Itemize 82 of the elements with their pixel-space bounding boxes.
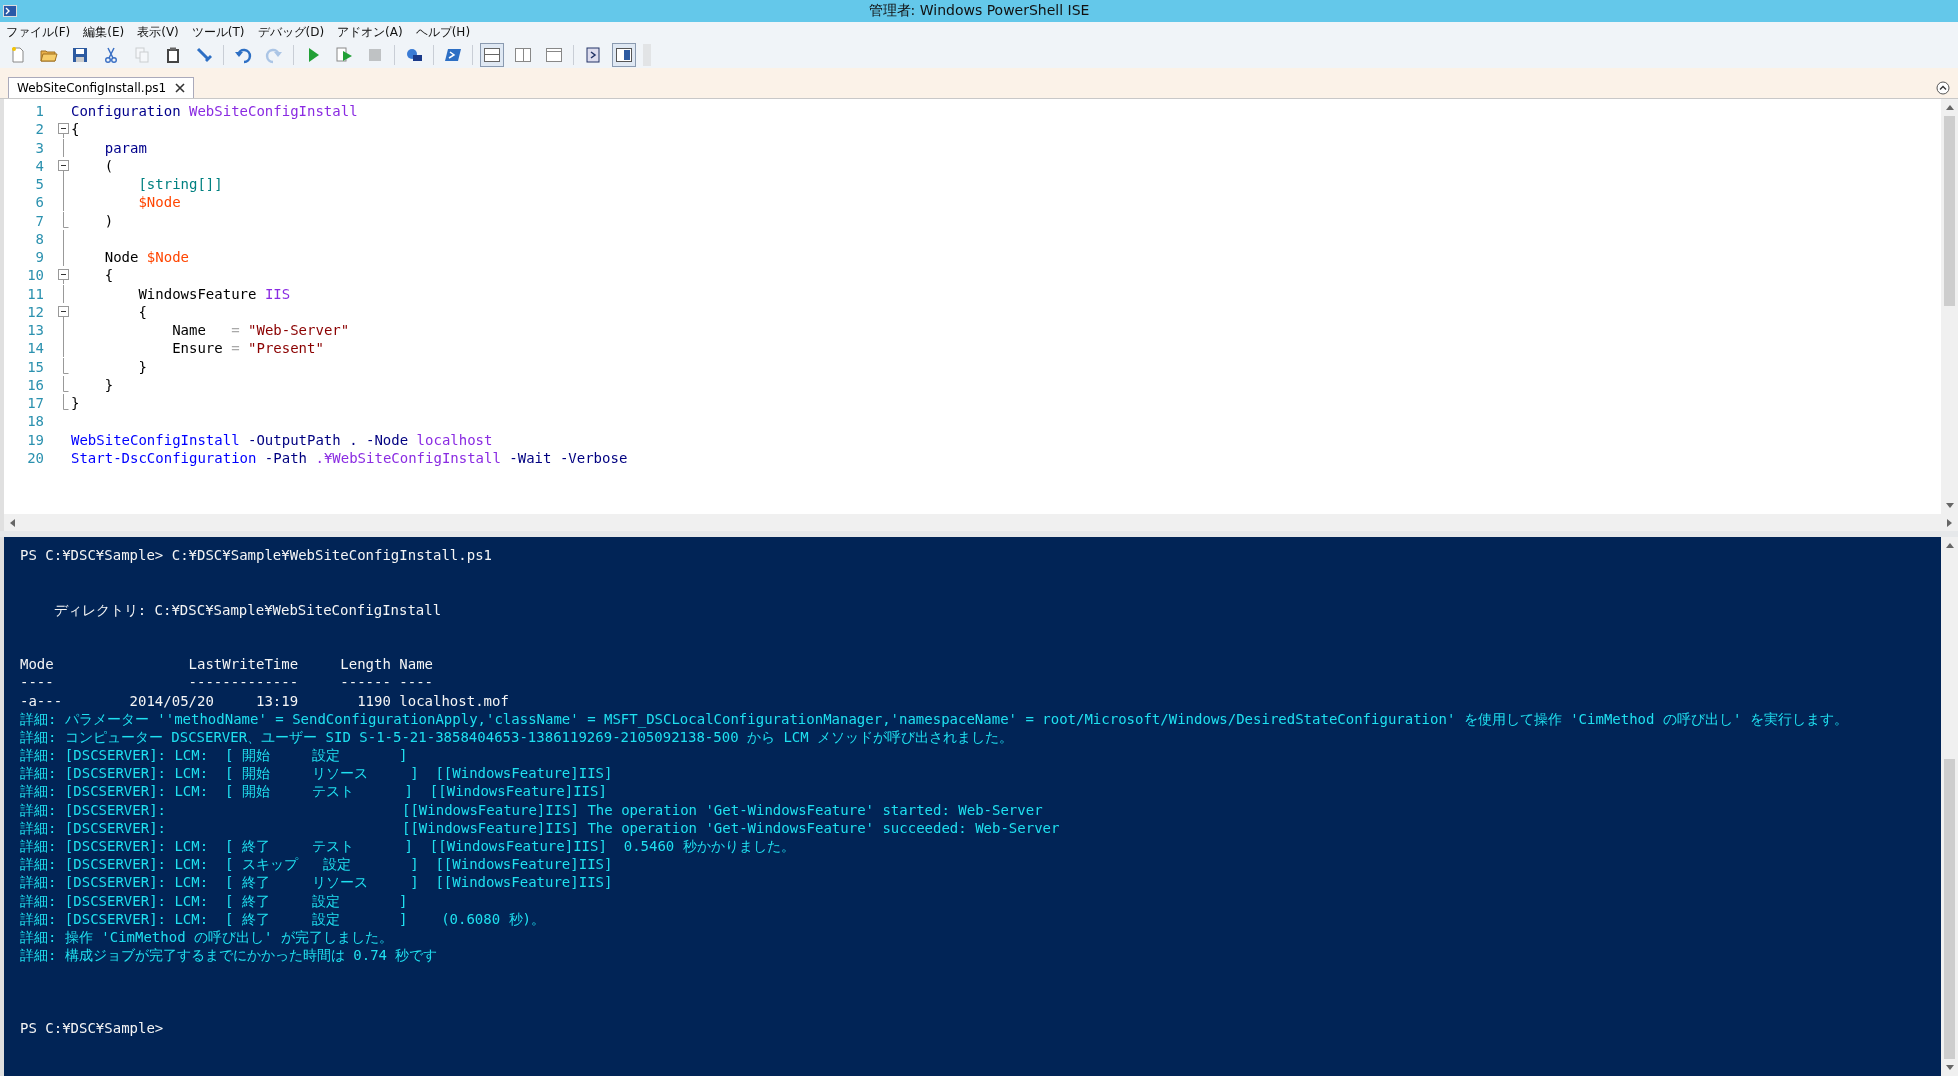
down-arrow-icon[interactable] [1945, 503, 1954, 508]
vertical-scrollbar[interactable] [1941, 99, 1958, 514]
line-number: 7 [34, 212, 44, 229]
code-line: { [71, 121, 80, 138]
verbose-message-line: 詳細: [DSCSERVER]: [[WindowsFeature]IIS] The operation 'Get-WindowsFeature' succeeded: Web-Server [20, 818, 1061, 837]
menu-item[interactable]: 表示(V) [137, 23, 179, 41]
verbose-message-line: 詳細: [DSCSERVER]: LCM: [ 終了 設定 ] [20, 891, 409, 910]
code-line: } [103, 376, 114, 393]
console-output-line: -a--- 2014/05/20 13:19 1190 localhost.mof [20, 691, 510, 710]
menu-item[interactable]: 編集(E) [83, 23, 125, 41]
line-number: 13 [26, 322, 44, 339]
menu-item[interactable]: ファイル(F) [6, 23, 71, 41]
menu-item[interactable]: ツール(T) [191, 23, 245, 41]
code-line: Name = "Web-Server" [171, 322, 350, 339]
line-number: 8 [34, 230, 44, 247]
code-line: Start-DscConfiguration -Path .¥WebSiteConfigInstall -Wait -Verbose [71, 449, 628, 466]
line-number: 3 [34, 139, 44, 156]
code-line: Configuration WebSiteConfigInstall [71, 103, 358, 120]
code-line: } [71, 395, 80, 412]
code-line: { [103, 267, 114, 284]
file-tab[interactable]: WebSiteConfigInstall.ps1 [8, 77, 195, 98]
line-number: 1 [34, 103, 44, 120]
verbose-message-line: 詳細: 操作 'CimMethod の呼び出し' が完了しました。 [20, 927, 394, 947]
code-line: Node $Node [103, 249, 189, 266]
layout-top-icon[interactable] [480, 43, 504, 67]
code-line: { [137, 303, 147, 320]
line-number: 10 [26, 267, 44, 284]
line-number: 15 [26, 358, 44, 375]
console-output-line: PS C:¥DSC¥Sample> C:¥DSC¥Sample¥WebSiteConfigInstall.ps1 [20, 546, 493, 565]
powershell-icon [3, 5, 17, 17]
verbose-message-line: 詳細: [DSCSERVER]: LCM: [ 終了 テスト ] [[WindowsFeature]IIS] 0.5460 秒かかりました。 [20, 837, 796, 856]
verbose-message-line: 詳細: [DSCSERVER]: LCM: [ 終了 リソース ] [[WindowsFeature]IIS] [20, 873, 614, 892]
left-arrow-icon[interactable] [10, 518, 15, 527]
console-output-line: Mode LastWriteTime Length Name [20, 655, 434, 674]
vertical-scrollbar[interactable] [1941, 537, 1958, 1076]
verbose-message-line: 詳細: [DSCSERVER]: LCM: [ 開始 設定 ] [20, 746, 409, 765]
code-line: WebSiteConfigInstall -OutputPath . -Node localhost [71, 431, 493, 448]
verbose-message-line: 詳細: [DSCSERVER]: LCM: [ スキップ 設定 ] [[WindowsFeature]IIS] [20, 855, 614, 874]
verbose-message-line: 詳細: [DSCSERVER]: LCM: [ 終了 設定 ] (0.6080 秒)。 [20, 909, 546, 928]
line-number: 20 [26, 449, 44, 466]
line-number: 11 [26, 285, 44, 302]
menu-item[interactable]: ヘルプ(H) [415, 23, 471, 41]
line-number: 16 [26, 376, 44, 393]
verbose-message-line: 詳細: [DSCSERVER]: LCM: [ 開始 リソース ] [[WindowsFeature]IIS] [20, 764, 614, 783]
console-output-line: ディレクトリ: C:¥DSC¥Sample¥WebSiteConfigInstall [52, 600, 443, 619]
close-icon[interactable] [175, 83, 186, 93]
line-number: 4 [34, 157, 44, 174]
line-number: 6 [34, 194, 44, 211]
line-number: 9 [34, 249, 44, 266]
code-line: Ensure = "Present" [171, 340, 324, 357]
verbose-message-line: 詳細: [DSCSERVER]: [[WindowsFeature]IIS] The operation 'Get-WindowsFeature' started: Web-Server [20, 800, 1044, 819]
line-number: 18 [26, 413, 44, 430]
console-output-line: PS C:¥DSC¥Sample> [20, 1018, 165, 1038]
collapse-box-icon[interactable] [58, 120, 69, 139]
code-line: WindowsFeature IIS [137, 285, 291, 302]
right-arrow-icon[interactable] [1947, 518, 1952, 527]
menu-item[interactable]: アドオン(A) [337, 23, 403, 41]
up-arrow-icon[interactable] [1945, 105, 1954, 110]
line-number: 2 [34, 121, 44, 138]
verbose-message-line: 詳細: [DSCSERVER]: LCM: [ 開始 テスト ] [[WindowsFeature]IIS] [20, 782, 608, 801]
collapse-up-icon[interactable] [1936, 81, 1950, 95]
verbose-message-line: 詳細: コンピューター DSCSERVER、ユーザー SID S-1-5-21-3858404653-1386119269-2105092138-500 から LCM メソッドが呼び出されました。 [20, 728, 1015, 747]
code-line: ( [103, 157, 114, 174]
down-arrow-icon[interactable] [1945, 1065, 1954, 1070]
window-title: 管理者: Windows PowerShell ISE [868, 2, 1090, 20]
code-line: ) [103, 212, 114, 229]
up-arrow-icon[interactable] [1945, 543, 1954, 548]
code-line: param [103, 139, 147, 156]
line-number: 17 [26, 395, 44, 412]
code-line: } [137, 358, 147, 375]
line-number: 19 [26, 431, 44, 448]
verbose-message-line: 詳細: 構成ジョブが完了するまでにかかった時間は 0.74 秒です [20, 946, 439, 965]
menu-item[interactable]: デバッグ(D) [257, 23, 325, 41]
line-number: 5 [34, 176, 44, 193]
console-output-line: ---- ------------- ------ ---- [20, 673, 434, 692]
code-line: [string[]] [137, 176, 223, 193]
collapse-box-icon[interactable] [58, 266, 69, 285]
horizontal-scrollbar[interactable] [4, 514, 1958, 531]
verbose-message-line: 詳細: パラメーター ''methodName' = SendConfigurationApply,'className' = MSFT_DSCLocalConfigurationManager,'namespaceName' = root/Microsoft/Windows/DesiredStateConfiguration' を使用して操作 'CimMethod の呼び出し' を実行します。 [20, 709, 1849, 728]
code-line: $Node [137, 194, 181, 211]
line-number: 12 [26, 303, 44, 320]
line-number: 14 [26, 340, 44, 357]
